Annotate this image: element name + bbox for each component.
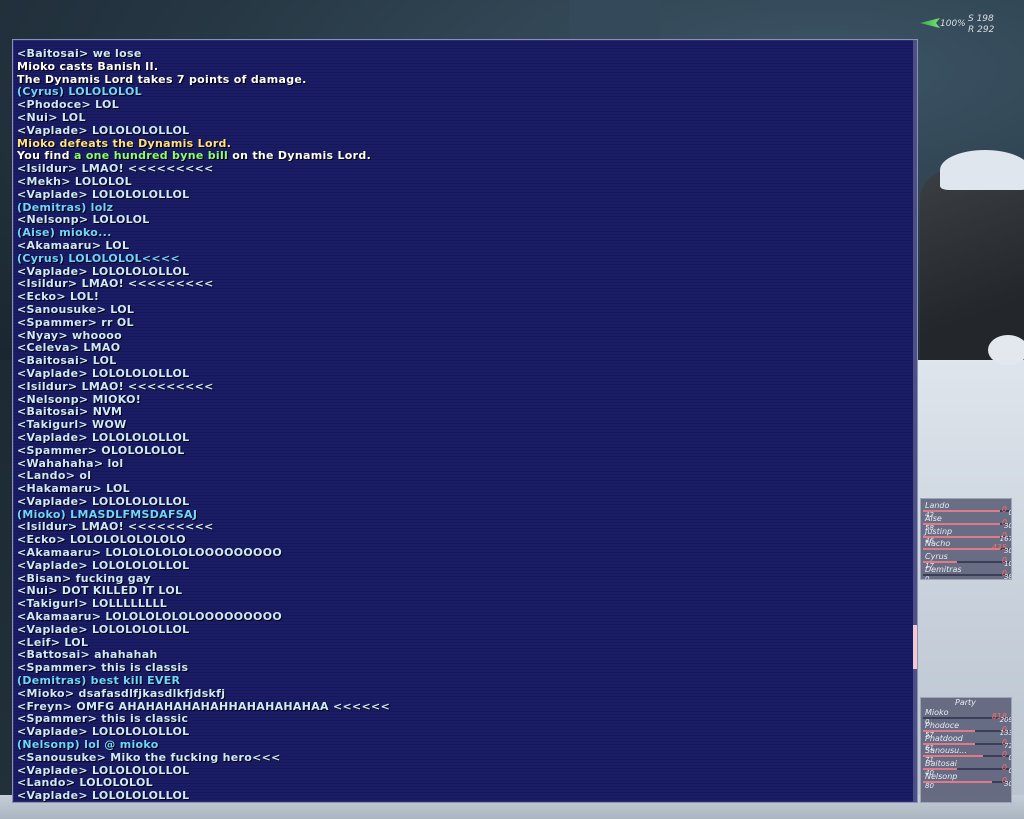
r-coordinate: R 292 [968,25,995,35]
hp-bar [923,535,1009,538]
chat-line: (Demitras) lolz [17,200,114,214]
member-tp: 133 [999,728,1012,737]
member-tp: 30 [1004,780,1011,788]
member-name: Justinp [925,526,953,536]
compass-arrow-icon [920,18,940,28]
hp-bar [923,729,1009,732]
member-tp: 0 [1009,754,1011,762]
snow-mound [988,335,1024,365]
member-tp: 10 [1004,560,1011,569]
chat-scroll-thumb[interactable] [913,625,917,669]
member-name: Cyrus [925,552,948,562]
chat-line: <Lando> ol [17,469,92,483]
member-name: Nelsonp [925,772,958,781]
chat-line: <Isildur> LMAO! <<<<<<<<< [17,277,214,291]
s-coordinate: S 198 [968,14,994,24]
hp-bar [923,510,1009,512]
compass-status: 100% S 198 R 292 [920,14,1024,38]
chat-line: <Spammer> OLOLOLOLOL [17,443,185,457]
member-name: Mioko [925,708,949,717]
chat-line: <Vaplade> LOLOLOLOLLOL [17,622,190,636]
member-tp: 0 [1009,509,1011,517]
member-name: Aise [925,513,942,523]
chat-line: <Isildur> LMAO! <<<<<<<<< [17,379,214,393]
member-tp: 0 [1009,767,1011,775]
alliance-panel: Lando4200Aise58030Justinp460167Nacho4353… [920,498,1012,580]
hp-bar [923,781,1009,783]
hp-bar [923,561,1009,564]
member-name: Lando [925,501,950,510]
member-name: Phodoce [925,720,960,730]
chat-line: <Nelsonp> MIOKO! [17,392,142,406]
chat-line: (Aise) mioko... [17,226,112,240]
hp-bar [923,742,1009,745]
member-tp: 167 [999,534,1012,543]
hp-bar [923,755,1009,758]
member-tp: 209 [999,716,1012,724]
member-name: Phatdood [925,733,963,743]
chat-line: <Vaplade> LOLOLOLOLLOL [17,789,190,803]
member-name: Baitosai [925,759,957,769]
chat-line: <Celeva> LMAO [17,341,121,355]
chat-line: <Nelsonp> LOLOLOL [17,213,150,227]
member-hp: 0 [925,575,930,580]
chat-line: The Dynamis Lord takes 7 points of damag… [17,72,307,86]
hp-bar [923,522,1009,525]
chat-lines: <Baitosai> we lose Mioko casts Banish II.… [17,47,913,803]
member-tp: 72 [1004,741,1011,750]
member-tp: 30 [1004,547,1011,556]
fps-percent: 100% [940,19,966,29]
snow-cap [940,150,1024,190]
chat-log-window[interactable]: <Baitosai> we lose Mioko casts Banish II.… [12,39,918,803]
party-panel: Party Mioko 0 818 209 Phodoce 57 0 133 Phatdood 6… [920,697,1012,803]
member-name: Nacho [925,539,951,549]
chat-line: <Phodoce> LOL [17,98,120,112]
chat-line: <Vaplade> LOLOLOLOLLOL [17,558,190,572]
chat-line: <Vaplade> LOLOLOLOLLOL [17,187,190,201]
party-title: Party [955,698,976,707]
member-mp: 0 [1001,750,1007,760]
chat-scrollbar[interactable] [913,40,917,802]
member-name: Sanousu... [925,746,967,756]
chat-line: <Wahahaha> lol [17,456,124,470]
member-tp: 38 [1004,573,1011,580]
chat-line: <Isildur> LMAO! <<<<<<<<< [17,162,214,176]
chat-line: <Ecko> LOL! [17,290,100,304]
hp-bar [923,768,1009,771]
stone-pillar [570,0,660,40]
chat-line: (Cyrus) LOLOLOLOL [17,85,142,99]
chat-line: <Spammer> rr OL [17,315,134,329]
member-mp: 0 [1001,505,1007,514]
hp-bar [923,574,1009,576]
member-tp: 30 [1004,521,1011,530]
member-hp: 80 [925,782,934,790]
chat-line: <Sanousuke> LOL [17,302,135,316]
chat-line: <Nyay> whoooo [17,328,123,342]
member-mp: 0 [1001,763,1007,773]
item-name: a one hundred byne bill [73,149,229,163]
chat-line: <Baitosai> NVM [17,405,123,419]
member-name: Demitras [925,565,962,574]
